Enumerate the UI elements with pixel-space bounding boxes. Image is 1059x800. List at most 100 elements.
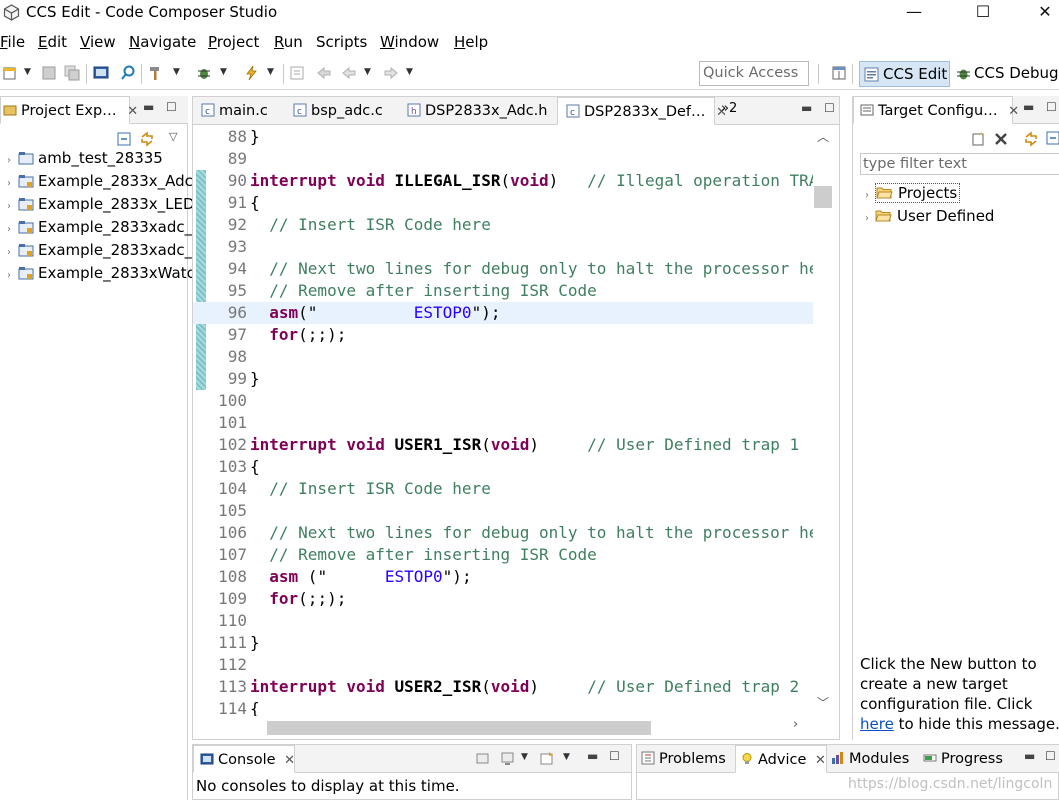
save-icon[interactable] [41, 65, 57, 81]
tab-target-configurations[interactable]: Target Configu… ✕ [853, 96, 1019, 124]
code-line[interactable]: 104 // Insert ISR Code here [193, 478, 813, 500]
tab-modules[interactable]: Modules [827, 745, 919, 773]
minimize-view-icon[interactable]: ▬ [801, 101, 812, 115]
horizontal-scroll-thumb[interactable] [267, 721, 651, 735]
code-line[interactable]: 90 interrupt void ILLEGAL_ISR(void) // Il… [193, 170, 828, 192]
menu-run[interactable]: Run [274, 32, 303, 52]
code-line[interactable]: 94 // Next two lines for debug only to h… [193, 258, 838, 280]
back-dropdown-icon[interactable]: ▼ [364, 67, 371, 77]
tree-item-project[interactable]: › amb_test_28335 [0, 147, 163, 169]
code-line[interactable]: 105 [193, 500, 813, 522]
save-all-icon[interactable] [64, 65, 80, 81]
tree-item-projects[interactable]: › Projects [865, 182, 961, 204]
code-line[interactable]: 101 [193, 412, 813, 434]
hide-message-link[interactable]: here [860, 715, 894, 733]
code-line[interactable]: 110 [193, 610, 813, 632]
code-line[interactable]: 114{ [193, 698, 813, 716]
quick-access-input[interactable]: Quick Access [699, 61, 809, 86]
code-line[interactable]: 100 [193, 390, 813, 412]
expand-arrow-icon[interactable]: › [0, 219, 18, 241]
code-line[interactable]: 96 asm(" ESTOP0"); [193, 302, 813, 324]
maximize-view-icon[interactable]: ☐ [1045, 749, 1056, 763]
collapse-all-icon[interactable] [1046, 131, 1059, 145]
tree-item-user-defined[interactable]: › User Defined [865, 205, 994, 227]
code-line[interactable]: 102 interrupt void USER1_ISR(void) // Use… [193, 434, 813, 456]
expand-arrow-icon[interactable]: › [865, 190, 869, 201]
code-line[interactable]: 99} [193, 368, 813, 390]
tree-item-project[interactable]: › Example_2833xadc_d [0, 216, 202, 238]
code-line[interactable]: 107 // Remove after inserting ISR Code [193, 544, 813, 566]
link-icon[interactable] [1023, 131, 1039, 147]
code-line[interactable]: 91{ [193, 192, 813, 214]
tab-problems[interactable]: Problems [637, 745, 735, 773]
scroll-right-icon[interactable]: › [793, 717, 798, 732]
code-line[interactable]: 103{ [193, 456, 813, 478]
link-with-editor-icon[interactable] [139, 131, 155, 147]
expand-arrow-icon[interactable]: › [0, 265, 18, 287]
maximize-button[interactable]: ☐ [960, 0, 1006, 26]
tab-dsp2833x-adc-h[interactable]: h DSP2833x_Adc.h [399, 97, 557, 125]
terminal-icon[interactable] [93, 65, 109, 81]
expand-arrow-icon[interactable]: › [865, 213, 869, 224]
code-line[interactable]: 92 // Insert ISR Code here [193, 214, 813, 236]
minimize-view-icon[interactable]: ▬ [1023, 100, 1034, 114]
tab-main-c[interactable]: c main.c [193, 97, 285, 125]
tree-item-project[interactable]: › Example_2833xadc_s [0, 239, 200, 261]
tab-advice[interactable]: Advice ✕ [735, 745, 827, 773]
new-dropdown-icon[interactable]: ▼ [24, 67, 31, 77]
close-tab-icon[interactable]: ✕ [1008, 104, 1019, 119]
maximize-view-icon[interactable]: ☐ [166, 100, 177, 114]
maximize-view-icon[interactable]: ☐ [1046, 100, 1057, 114]
code-line[interactable]: 111} [193, 632, 813, 654]
last-edit-icon[interactable] [316, 65, 332, 81]
code-line[interactable]: 97 for(;;); [193, 324, 813, 346]
vertical-scroll-thumb[interactable] [814, 186, 832, 208]
minimize-view-icon[interactable]: ▬ [587, 749, 598, 763]
expand-arrow-icon[interactable]: › [0, 242, 18, 264]
code-line[interactable]: 106 // Next two lines for debug only to … [193, 522, 838, 544]
perspective-ccs-edit[interactable]: CCS Edit [859, 61, 950, 87]
collapse-all-icon[interactable] [117, 132, 131, 146]
code-text-area[interactable]: 88} 89 90 interrupt void ILLEGAL_ISR(void) … [193, 126, 839, 716]
display-dropdown-icon[interactable]: ▼ [521, 752, 528, 762]
maximize-view-icon[interactable]: ☐ [609, 749, 620, 763]
new-file-icon[interactable] [2, 65, 18, 81]
forward-dropdown-icon[interactable]: ▼ [406, 67, 413, 77]
tab-console[interactable]: Console ✕ [193, 745, 295, 773]
expand-arrow-icon[interactable]: › [0, 196, 18, 218]
open-perspective-icon[interactable] [831, 65, 847, 81]
debug-bug-icon[interactable] [196, 65, 212, 81]
menu-navigate[interactable]: Navigate [129, 32, 196, 52]
code-line[interactable]: 93 [193, 236, 813, 258]
back-arrow-icon[interactable] [341, 65, 357, 81]
menu-project[interactable]: Project [208, 32, 259, 52]
tree-item-project[interactable]: › Example_2833x_Adc [0, 170, 193, 192]
menu-edit[interactable]: Edit [38, 32, 67, 52]
code-line[interactable]: 95 // Remove after inserting ISR Code [193, 280, 813, 302]
debug-dropdown-icon[interactable]: ▼ [220, 67, 227, 77]
maximize-view-icon[interactable]: ☐ [824, 101, 835, 115]
pin-console-icon[interactable] [475, 751, 490, 766]
horizontal-scrollbar[interactable]: › [253, 717, 839, 737]
close-tab-icon[interactable]: ✕ [284, 753, 295, 768]
tree-item-project[interactable]: › Example_2833x_LEDB [0, 193, 205, 215]
menu-view[interactable]: View [80, 32, 116, 52]
tab-dsp2833x-defaultisr[interactable]: c DSP2833x_Def… ✕ [557, 97, 727, 125]
build-hammer-icon[interactable] [147, 65, 163, 81]
tab-project-explorer[interactable]: Project Exp… ✕ [0, 96, 138, 124]
scroll-up-icon[interactable]: ︿ [817, 128, 829, 145]
scroll-down-icon[interactable]: ﹀ [817, 694, 829, 711]
perspective-ccs-debug[interactable]: CCS Debug [954, 61, 1059, 87]
open-console-dropdown-icon[interactable]: ▼ [563, 752, 570, 762]
tab-overflow-button[interactable]: »2 [721, 101, 737, 116]
forward-arrow-icon[interactable] [383, 65, 399, 81]
display-console-icon[interactable] [500, 751, 515, 766]
code-line[interactable]: 113 interrupt void USER2_ISR(void) // Use… [193, 676, 813, 698]
new-target-config-icon[interactable] [970, 131, 986, 147]
code-line[interactable]: 108 asm (" ESTOP0"); [193, 566, 813, 588]
expand-arrow-icon[interactable]: › [0, 173, 18, 195]
menu-help[interactable]: Help [454, 32, 488, 52]
search-icon[interactable] [120, 65, 136, 81]
minimize-button[interactable]: — [891, 0, 937, 26]
close-tab-icon[interactable]: ✕ [127, 104, 138, 119]
